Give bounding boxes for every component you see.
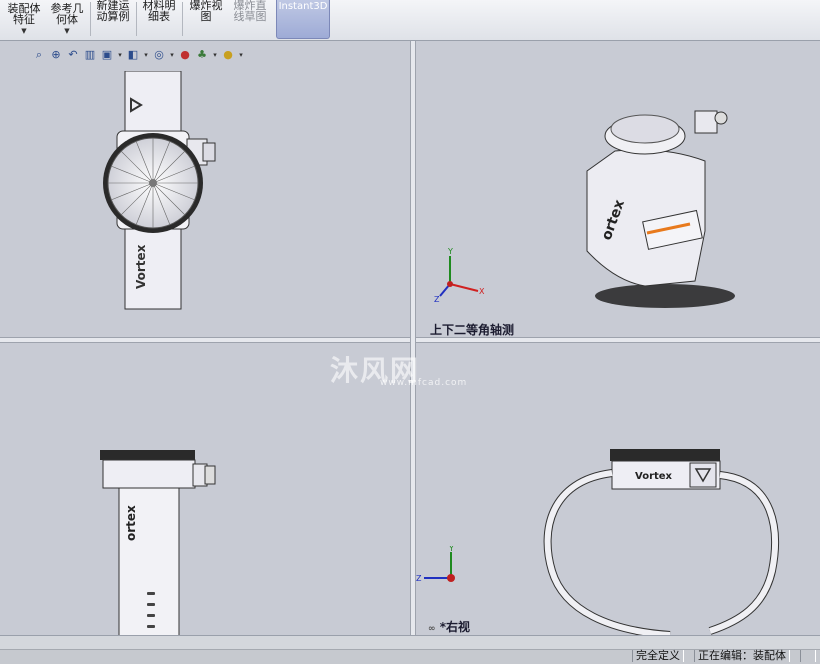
edit-appearance-icon[interactable]: ● [178,48,192,62]
previous-view-icon[interactable]: ↶ [66,48,80,62]
right-view-model[interactable]: Vortex [540,441,785,635]
viewport-divider-vertical[interactable] [410,41,416,635]
front-view-model[interactable]: Vortex [95,71,235,311]
exploded-view-button[interactable]: 爆炸视 图 [184,0,228,38]
assembly-features-button[interactable]: 装配体 特征 ▼ [2,0,46,35]
isometric-view-label: 上下二等角轴测 [430,323,515,337]
hide-show-icon[interactable]: ◎ [152,48,166,62]
command-manager-toolbar: 装配体 特征 ▼ 参考几 何体 ▼ 新建运 动算例 材料明 细表 爆炸视 图 爆… [0,0,820,41]
view-triad: Y X Z [434,247,485,304]
svg-text:Vortex: Vortex [635,471,673,482]
dropdown-arrow-icon[interactable]: ▾ [238,48,244,62]
right-view-label: ∞ *右视 [428,620,470,634]
dropdown-arrow-icon[interactable]: ▾ [143,48,149,62]
toolbar-separator [90,2,91,36]
dropdown-arrow-icon[interactable]: ▾ [117,48,123,62]
status-grip[interactable] [800,650,816,662]
zoom-to-fit-icon[interactable]: ⌕ [32,48,46,62]
section-view-icon[interactable]: ▥ [83,48,97,62]
dropdown-arrow-icon[interactable]: ▾ [212,48,218,62]
toolbar-separator [136,2,137,36]
dropdown-arrow-icon[interactable]: ▼ [46,28,88,35]
heads-up-view-toolbar: ⌕ ⊕ ↶ ▥ ▣ ▾ ◧ ▾ ◎ ▾ ● ♣ ▾ ● ▾ [32,47,244,63]
svg-text:ortex: ortex [124,505,138,541]
svg-text:Y: Y [448,546,454,553]
new-motion-study-button[interactable]: 新建运 动算例 [92,0,134,38]
status-editing: 正在编辑：装配体 [694,650,790,662]
apply-scene-icon[interactable]: ♣ [195,48,209,62]
isometric-view-model[interactable]: ortex [575,91,745,316]
dropdown-arrow-icon[interactable]: ▼ [2,28,46,35]
explode-line-sketch-button[interactable]: 爆炸直 线草图 [228,0,272,38]
side-view-model[interactable]: ortex [95,446,235,636]
right-view-triad: Y Z [416,546,455,583]
svg-text:Z: Z [434,295,440,304]
watermark-url: www.mfcad.com [380,378,468,388]
svg-text:X: X [479,287,485,296]
view-settings-icon[interactable]: ● [221,48,235,62]
toolbar-separator [182,2,183,36]
dropdown-arrow-icon[interactable]: ▾ [169,48,175,62]
svg-text:Y: Y [447,247,453,256]
svg-text:Z: Z [416,574,422,583]
zoom-to-area-icon[interactable]: ⊕ [49,48,63,62]
reference-geometry-button[interactable]: 参考几 何体 ▼ [46,0,88,35]
view-glasses-icon: ∞ [428,624,436,634]
brand-label: Vortex [134,244,148,289]
graphics-area[interactable]: ⌕ ⊕ ↶ ▥ ▣ ▾ ◧ ▾ ◎ ▾ ● ♣ ▾ ● ▾ Vortex ort… [0,41,820,636]
status-fully-defined: 完全定义 [632,650,684,662]
instant3d-button[interactable]: Instant3D [276,0,330,39]
display-style-icon[interactable]: ◧ [126,48,140,62]
view-orientation-icon[interactable]: ▣ [100,48,114,62]
status-bar: 完全定义 正在编辑：装配体 [0,635,820,664]
bill-of-materials-button[interactable]: 材料明 细表 [138,0,180,38]
